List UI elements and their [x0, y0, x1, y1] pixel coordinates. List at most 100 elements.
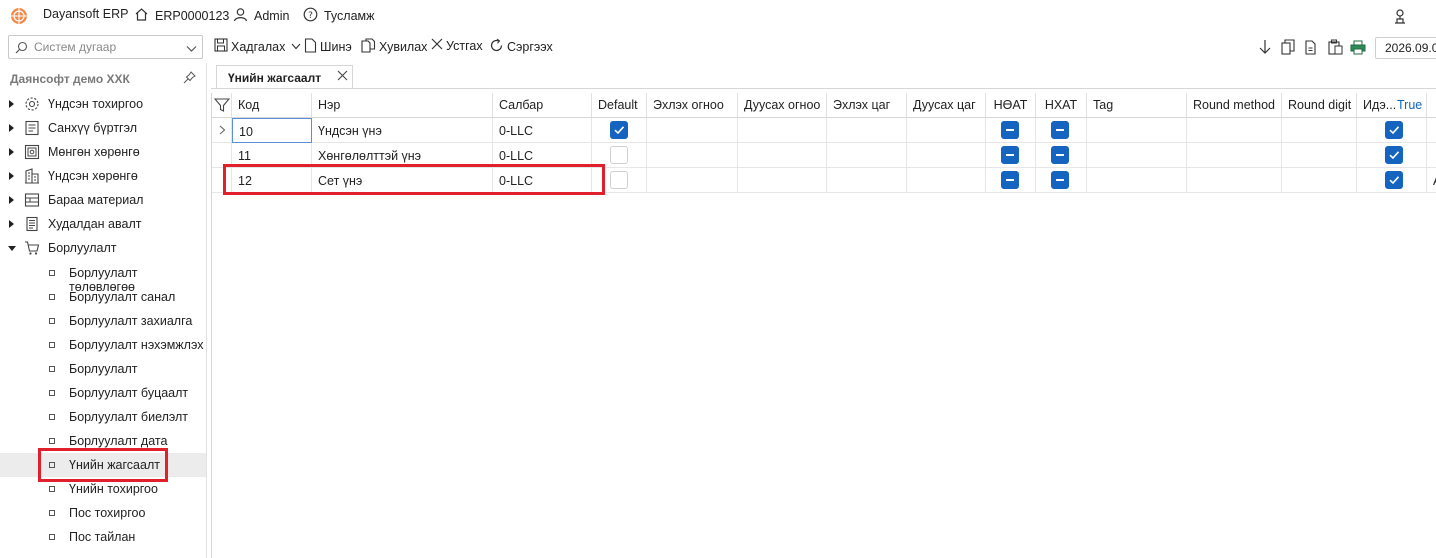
cell-extra[interactable] [1427, 143, 1436, 168]
vat-checkbox[interactable] [1001, 171, 1019, 189]
sidebar-subitem[interactable]: Борлуулалт биелэлт [0, 405, 206, 429]
column-header[interactable]: Салбар [493, 93, 592, 118]
sidebar-subitem[interactable]: Борлуулалт [0, 357, 206, 381]
close-icon[interactable] [337, 70, 348, 84]
vat-checkbox[interactable] [1001, 146, 1019, 164]
table-row[interactable]: 12Сет үнэ0-LLC A [212, 168, 1436, 193]
default-checkbox[interactable] [610, 146, 628, 164]
cell-branch[interactable]: 0-LLC [493, 118, 592, 143]
date-field[interactable]: 2026.09.09 [1375, 37, 1436, 59]
cell-empty[interactable] [738, 118, 827, 143]
cell-empty[interactable] [907, 143, 986, 168]
sidebar-subitem[interactable]: Борлуулалт санал [0, 285, 206, 309]
cit-checkbox[interactable] [1051, 171, 1069, 189]
caret-right-icon[interactable] [9, 220, 14, 228]
refresh-button[interactable]: Сэргээх [489, 38, 553, 56]
cell-empty[interactable] [827, 118, 907, 143]
cell-empty[interactable] [1187, 118, 1282, 143]
column-header[interactable]: Код [232, 93, 312, 118]
column-header[interactable]: НХАТ [1036, 93, 1087, 118]
column-header[interactable] [1427, 93, 1436, 118]
cell-branch[interactable]: 0-LLC [493, 168, 592, 193]
active-checkbox[interactable] [1385, 171, 1403, 189]
chevron-down-icon[interactable] [186, 42, 197, 56]
cell-empty[interactable] [1087, 143, 1187, 168]
pin-icon[interactable] [183, 71, 196, 87]
column-header[interactable]: Tag [1087, 93, 1187, 118]
sidebar-subitem[interactable]: Борлуулалт дата [0, 429, 206, 453]
new-button[interactable]: Шинэ [304, 38, 352, 56]
column-header[interactable]: Дуусах огноо [738, 93, 827, 118]
cell-code[interactable]: 12 [232, 168, 312, 193]
vat-checkbox[interactable] [1001, 121, 1019, 139]
cell-extra[interactable]: A [1427, 168, 1436, 193]
download-icon[interactable] [1256, 38, 1274, 56]
sidebar-item-cart[interactable]: Борлуулалт [0, 236, 206, 260]
cell-name[interactable]: Үндсэн үнэ [312, 118, 493, 143]
column-header[interactable]: Default [592, 93, 647, 118]
cit-checkbox[interactable] [1051, 121, 1069, 139]
sidebar-subitem[interactable]: Пос тайлан [0, 525, 206, 549]
sidebar-item-building[interactable]: Үндсэн хөрөнгө [0, 164, 206, 188]
system-number-search[interactable] [8, 35, 203, 59]
delete-button[interactable]: Устгах [431, 38, 483, 53]
active-filter-value[interactable]: True [1397, 98, 1422, 112]
filter-icon[interactable] [212, 93, 232, 118]
cell-empty[interactable] [1282, 118, 1357, 143]
column-header[interactable]: Дуусах цаг [907, 93, 986, 118]
chevron-down-icon[interactable] [291, 43, 304, 50]
table-row[interactable]: 11 Хөнгөлөлттэй үнэ 0-LLC [212, 143, 1436, 168]
paste-icon[interactable] [1326, 38, 1344, 56]
sidebar-subitem[interactable]: Пос тохиргоо [0, 501, 206, 525]
notification-icon[interactable] [1391, 7, 1409, 28]
caret-right-icon[interactable] [9, 196, 14, 204]
copy-button[interactable]: Хувилах [361, 38, 427, 56]
cell-empty[interactable] [827, 143, 907, 168]
cell-empty[interactable] [1087, 118, 1187, 143]
cell-empty[interactable] [1282, 143, 1357, 168]
cell-empty[interactable] [907, 118, 986, 143]
duplicate-icon[interactable] [1279, 38, 1297, 56]
help-menu[interactable]: ? Тусламж [303, 7, 375, 25]
sidebar-subitem[interactable]: Борлуулалт буцаалт [0, 381, 206, 405]
default-checkbox[interactable] [610, 121, 628, 139]
sidebar-item-purchase[interactable]: Худалдан авалт [0, 212, 206, 236]
column-header[interactable]: Идэ... True [1357, 93, 1427, 118]
sidebar-subitem[interactable]: Борлуулалт төлөвлөгөө [0, 261, 206, 294]
cell-empty[interactable] [738, 143, 827, 168]
sidebar-subitem[interactable]: Үнийн жагсаалт [0, 453, 206, 477]
cell-name[interactable]: Сет үнэ [312, 168, 493, 193]
column-header[interactable]: НӨАТ [986, 93, 1036, 118]
caret-right-icon[interactable] [9, 100, 14, 108]
table-row[interactable]: 10 Үндсэн үнэ 0-LLC [212, 118, 1436, 143]
cell-empty[interactable] [647, 143, 738, 168]
active-checkbox[interactable] [1385, 121, 1403, 139]
cell-empty[interactable] [647, 118, 738, 143]
column-header[interactable]: Round digit [1282, 93, 1357, 118]
sidebar-item-ledger[interactable]: Санхүү бүртгэл [0, 116, 206, 140]
column-header[interactable]: Эхлэх огноо [647, 93, 738, 118]
sidebar-item-inventory[interactable]: Бараа материал [0, 188, 206, 212]
search-input[interactable] [34, 40, 174, 54]
tab-price-list[interactable]: Үнийн жагсаалт [216, 65, 353, 89]
sidebar-item-gear[interactable]: Үндсэн тохиргоо [0, 92, 206, 116]
column-header[interactable]: Нэр [312, 93, 493, 118]
cit-checkbox[interactable] [1051, 146, 1069, 164]
caret-right-icon[interactable] [9, 148, 14, 156]
copy-document-icon[interactable] [1302, 38, 1320, 56]
column-header[interactable]: Round method [1187, 93, 1282, 118]
caret-right-icon[interactable] [9, 124, 14, 132]
cell-empty[interactable] [647, 168, 738, 193]
print-icon[interactable] [1349, 38, 1367, 56]
sidebar-subitem[interactable]: Борлуулалт нэхэмжлэх [0, 333, 206, 357]
cell-empty[interactable] [1187, 168, 1282, 193]
sidebar-subitem[interactable]: Үнийн тохиргоо [0, 477, 206, 501]
column-header[interactable]: Эхлэх цаг [827, 93, 907, 118]
cell-branch[interactable]: 0-LLC [493, 143, 592, 168]
cell-empty[interactable] [1282, 168, 1357, 193]
default-checkbox[interactable] [610, 171, 628, 189]
cell-code[interactable]: 10 [232, 118, 312, 143]
sidebar-subitem[interactable]: Борлуулалт захиалга [0, 309, 206, 333]
cell-name[interactable]: Хөнгөлөлттэй үнэ [312, 143, 493, 168]
sidebar-item-money[interactable]: Мөнгөн хөрөнгө [0, 140, 206, 164]
